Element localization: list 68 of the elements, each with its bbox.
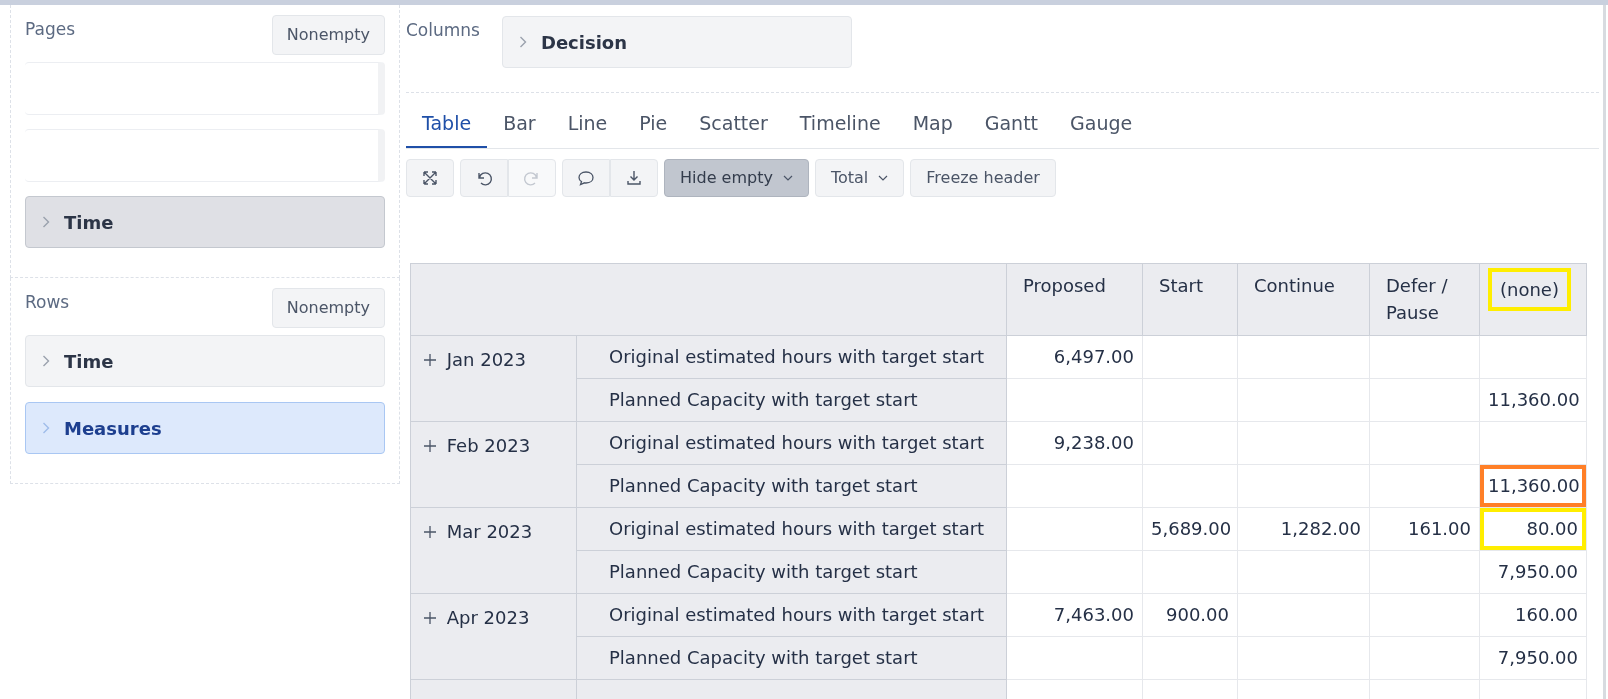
caret-icon — [878, 174, 889, 181]
table-cell: 900.00 — [1142, 593, 1238, 636]
nonempty-button[interactable]: Nonempty — [271, 15, 385, 55]
chevron-icon — [518, 36, 527, 48]
column-header: (none) — [1479, 263, 1587, 335]
view-tab[interactable]: Bar — [487, 105, 552, 148]
plus-icon — [423, 438, 437, 453]
row-header: Original estimated hours with target start — [576, 507, 1007, 550]
caret-icon — [782, 174, 793, 181]
download-icon — [625, 168, 643, 187]
column-header: Start — [1142, 263, 1238, 335]
table-cell: 7,950.00 — [1479, 550, 1587, 593]
plus-icon — [423, 524, 437, 539]
row-header: Planned Capacity with target start — [576, 378, 1007, 421]
table-cell: 7,463.00 — [1006, 593, 1143, 636]
chevron-icon — [42, 216, 50, 228]
row-header: Planned Capacity with target start — [576, 464, 1007, 507]
toolbar-button[interactable] — [460, 158, 508, 197]
chevron-icon — [42, 422, 50, 434]
view-tab[interactable]: Timeline — [783, 105, 897, 148]
dimension-pill[interactable]: Time — [25, 335, 385, 387]
nonempty-button[interactable]: Nonempty — [271, 288, 385, 328]
dimension-pill[interactable]: Measures — [25, 402, 385, 454]
row-group-header: Mar 2023 — [410, 507, 577, 593]
view-tab[interactable]: Pie — [623, 105, 684, 148]
dimension-pill[interactable]: Decision — [501, 16, 852, 68]
view-tab[interactable]: Line — [551, 105, 624, 148]
table-cell: 161.00 — [1369, 507, 1480, 550]
view-tab[interactable]: Table — [406, 105, 488, 148]
plus-icon — [423, 352, 437, 367]
section-title: Pages — [25, 18, 75, 41]
row-group-header: Jan 2023 — [410, 335, 577, 421]
row-header: Original estimated hours with target start — [576, 593, 1007, 636]
plus-icon — [423, 610, 437, 625]
column-header: Continue — [1237, 263, 1370, 335]
toolbar-button[interactable]: Freeze header — [910, 158, 1056, 197]
row-group-header: Feb 2023 — [410, 421, 577, 507]
expand-icon — [421, 168, 439, 187]
section-title: Columns — [406, 19, 480, 42]
table-cell: 1,282.00 — [1237, 507, 1370, 550]
toolbar-button[interactable] — [610, 158, 658, 197]
row-header: Planned Capacity with target start — [576, 636, 1007, 679]
speech-bubble-icon — [577, 168, 595, 187]
dimension-pill[interactable]: Time — [25, 196, 385, 248]
table-cell: 11,360.00 — [1479, 464, 1587, 507]
table-cell: 7,950.00 — [1479, 636, 1587, 679]
table-cell: 5,689.00 — [1142, 507, 1238, 550]
row-header: Planned Capacity with target start — [576, 550, 1007, 593]
toolbar-button[interactable]: Total — [814, 158, 905, 197]
view-tab[interactable]: Scatter — [683, 105, 784, 148]
view-tab[interactable]: Map — [896, 105, 969, 148]
table-cell: 9,238.00 — [1006, 421, 1143, 464]
table-cell: 11,360.00 — [1479, 378, 1587, 421]
toolbar-button[interactable] — [562, 158, 610, 197]
row-header: Original estimated hours with target start — [576, 335, 1007, 378]
view-tab[interactable]: Gauge — [1054, 105, 1149, 148]
table-cell: 6,497.00 — [1006, 335, 1143, 378]
table-cell: 160.00 — [1479, 593, 1587, 636]
row-group-header: Apr 2023 — [410, 593, 577, 679]
toolbar-button[interactable] — [406, 158, 454, 197]
column-header: Proposed — [1006, 263, 1143, 335]
column-header: Defer / Pause — [1369, 263, 1480, 335]
toolbar-button[interactable]: Hide empty — [664, 158, 809, 197]
view-tab[interactable]: Gantt — [968, 105, 1055, 148]
table-cell: 80.00 — [1479, 507, 1587, 550]
section-title: Rows — [25, 291, 70, 314]
chevron-icon — [42, 355, 50, 367]
row-header: Original estimated hours with target start — [576, 421, 1007, 464]
